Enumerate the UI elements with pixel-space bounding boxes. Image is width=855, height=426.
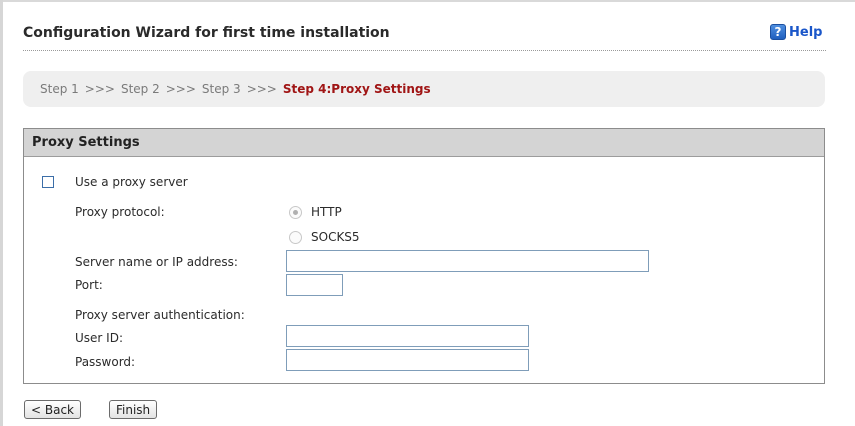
step-current: Step 4:Proxy Settings bbox=[282, 82, 431, 96]
server-label: Server name or IP address: bbox=[75, 255, 238, 269]
radio-http[interactable] bbox=[289, 206, 302, 219]
proxy-protocol-label: Proxy protocol: bbox=[75, 205, 165, 219]
port-label: Port: bbox=[75, 278, 103, 292]
radio-http-label: HTTP bbox=[311, 205, 342, 219]
back-button[interactable]: < Back bbox=[24, 400, 82, 419]
userid-label: User ID: bbox=[75, 331, 123, 345]
step-3: Step 3 bbox=[201, 82, 241, 96]
password-label: Password: bbox=[75, 355, 136, 369]
help-icon: ? bbox=[770, 24, 786, 40]
help-label: Help bbox=[789, 24, 823, 40]
window-top-border bbox=[0, 0, 855, 2]
use-proxy-label: Use a proxy server bbox=[75, 175, 188, 189]
panel-title: Proxy Settings bbox=[24, 129, 824, 157]
step-separator: >>> bbox=[165, 82, 196, 96]
radio-socks5-label: SOCKS5 bbox=[311, 230, 360, 244]
page-title: Configuration Wizard for first time inst… bbox=[23, 25, 390, 41]
proxy-settings-panel: Proxy Settings Use a proxy server Proxy … bbox=[23, 128, 825, 384]
help-link[interactable]: ? Help bbox=[770, 23, 822, 41]
radio-socks5[interactable] bbox=[289, 231, 302, 244]
finish-button[interactable]: Finish bbox=[109, 400, 158, 419]
title-divider bbox=[23, 50, 826, 51]
userid-input[interactable] bbox=[286, 325, 529, 347]
password-input[interactable] bbox=[286, 349, 529, 371]
window-left-border bbox=[0, 0, 3, 426]
server-input[interactable] bbox=[286, 250, 649, 272]
step-1: Step 1 bbox=[40, 82, 79, 96]
step-separator: >>> bbox=[84, 82, 115, 96]
step-2: Step 2 bbox=[120, 82, 160, 96]
use-proxy-checkbox[interactable] bbox=[42, 176, 54, 188]
wizard-breadcrumb: Step 1 >>> Step 2 >>> Step 3 >>> Step 4:… bbox=[23, 71, 825, 107]
port-input[interactable] bbox=[286, 274, 343, 296]
step-separator: >>> bbox=[246, 82, 277, 96]
auth-label: Proxy server authentication: bbox=[75, 308, 245, 322]
